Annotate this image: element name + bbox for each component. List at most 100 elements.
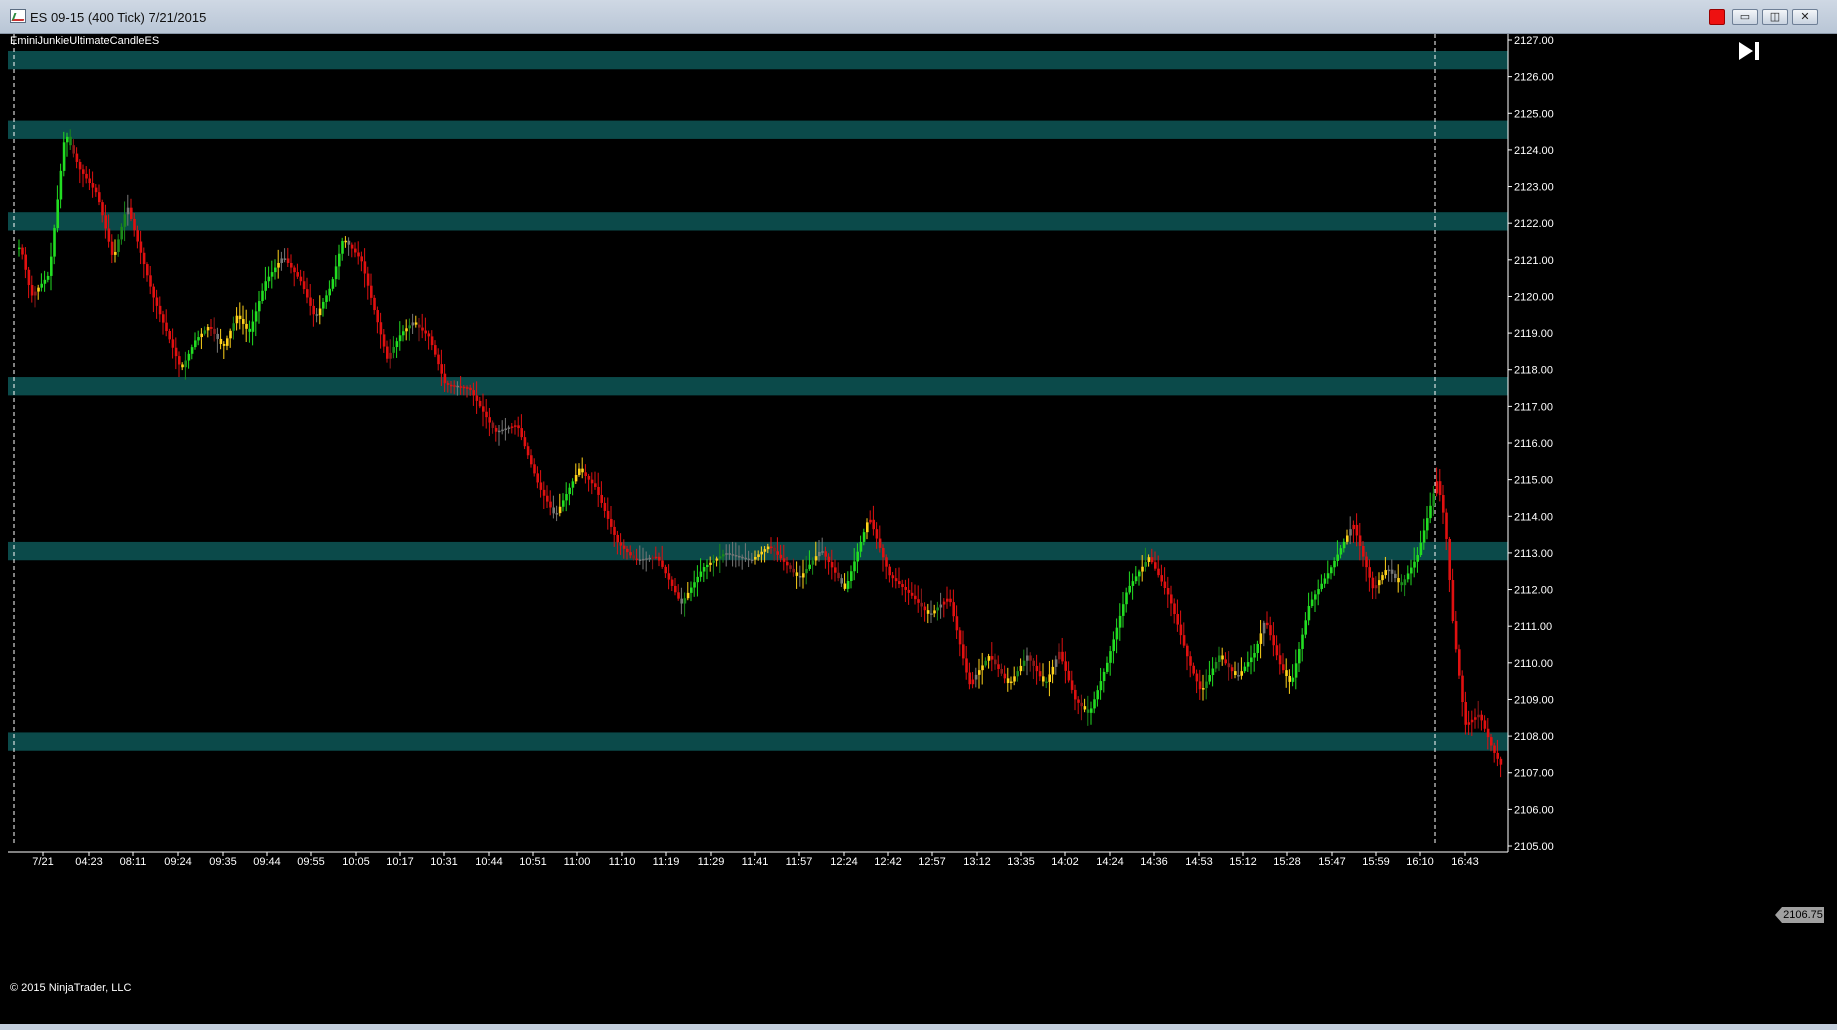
title-bar: ES 09-15 (400 Tick) 7/21/2015 ▭ ◫ ✕: [0, 0, 1837, 34]
candle-body: [709, 562, 712, 565]
candle-body: [722, 554, 725, 557]
candle-body: [773, 547, 776, 552]
candle-body: [680, 598, 683, 604]
candle-body: [229, 330, 232, 339]
candle-body: [965, 658, 968, 673]
candle-body: [472, 390, 475, 396]
candle-body: [1390, 569, 1394, 574]
candle-body: [904, 586, 907, 590]
candle-body: [270, 272, 274, 277]
candle-body: [78, 161, 82, 170]
candle-body: [418, 324, 421, 328]
candle-body: [469, 387, 472, 391]
candle-body: [248, 328, 251, 332]
candle-body: [1198, 681, 1202, 690]
candle-body: [930, 613, 933, 615]
candle-body: [1368, 567, 1371, 578]
candle-body: [114, 251, 117, 255]
price-chart[interactable]: 2127.00 2126.00 2125.00 2124.00 2123.00 2122.…: [8, 34, 1829, 1024]
candle-body: [1179, 624, 1183, 636]
candle-body: [434, 345, 437, 355]
candle-body: [686, 592, 690, 599]
candle-body: [1464, 702, 1467, 725]
time-tick-label: 10:44: [475, 856, 503, 868]
candle-body: [328, 288, 331, 296]
candle-body: [715, 558, 719, 561]
candle-body: [389, 352, 392, 359]
candle-body: [126, 207, 130, 215]
candle-body: [638, 559, 642, 561]
time-tick-label: 11:57: [786, 856, 813, 868]
support-resistance-zone: [8, 212, 1508, 231]
candle-body: [1410, 567, 1413, 574]
price-tick-label: 2108.00: [1514, 731, 1554, 743]
candle-body: [59, 170, 63, 200]
candle-body: [974, 674, 978, 680]
candle-body: [203, 330, 207, 334]
candle-body: [190, 347, 194, 354]
candle-body: [504, 428, 507, 431]
candle-body: [894, 578, 898, 582]
candle-body: [274, 267, 277, 273]
candle-body: [1346, 535, 1349, 542]
close-button[interactable]: ✕: [1792, 9, 1818, 25]
candle-body: [139, 241, 143, 253]
candle-body: [763, 549, 767, 552]
candle-body: [200, 333, 203, 338]
minimize-button[interactable]: ▭: [1732, 9, 1758, 25]
candle-body: [1003, 673, 1007, 679]
candle-body: [613, 526, 616, 535]
chart-panel[interactable]: 2127.00 2126.00 2125.00 2124.00 2123.00 2122.…: [8, 34, 1829, 1024]
candle-body: [728, 553, 731, 555]
candle-body: [344, 240, 347, 243]
window-bottom-border: [0, 1024, 1837, 1030]
candle-body: [635, 558, 639, 561]
candle-body: [280, 258, 283, 263]
candle-body: [914, 595, 917, 600]
candle-body: [1000, 668, 1003, 674]
candle-body: [795, 572, 799, 576]
time-tick-label: 12:57: [918, 856, 946, 868]
record-button[interactable]: [1709, 9, 1725, 25]
candle-body: [1221, 655, 1224, 660]
candle-body: [421, 327, 424, 331]
candle-body: [789, 565, 792, 569]
candle-body: [1493, 745, 1496, 753]
candle-body: [174, 347, 178, 357]
candle-body: [1387, 569, 1391, 572]
time-tick-label: 11:19: [653, 856, 680, 868]
candle-body: [1438, 481, 1442, 496]
candle-body: [677, 592, 680, 599]
candle-body: [1429, 505, 1432, 519]
skip-to-end-icon[interactable]: [1738, 40, 1762, 62]
candle-body: [136, 230, 139, 242]
candle-body: [1138, 571, 1141, 577]
candle-body: [530, 455, 533, 465]
candle-body: [1045, 681, 1048, 684]
candle-body: [1061, 651, 1064, 662]
candle-body: [872, 519, 875, 530]
candle-body: [1246, 662, 1250, 667]
candle-body: [1208, 675, 1211, 682]
time-tick-label: 13:35: [1007, 856, 1035, 868]
candle-body: [1432, 493, 1435, 506]
price-tick-label: 2124.00: [1514, 145, 1554, 157]
candle-body: [1147, 557, 1151, 562]
candle-body: [568, 487, 571, 495]
candle-body: [1342, 541, 1346, 549]
candle-body: [632, 555, 635, 559]
candle-body: [917, 599, 920, 603]
candle-body: [123, 214, 127, 227]
time-tick-label: 15:59: [1362, 856, 1390, 868]
candle-body: [1285, 670, 1288, 677]
maximize-button[interactable]: ◫: [1762, 9, 1788, 25]
candle-body: [555, 513, 559, 515]
candle-body: [40, 283, 43, 288]
candle-body: [712, 560, 715, 563]
candle-body: [1458, 649, 1461, 676]
candle-body: [21, 247, 24, 255]
candle-body: [1278, 655, 1282, 665]
candle-body: [891, 575, 895, 579]
candle-body: [373, 297, 376, 311]
candle-body: [235, 315, 239, 324]
